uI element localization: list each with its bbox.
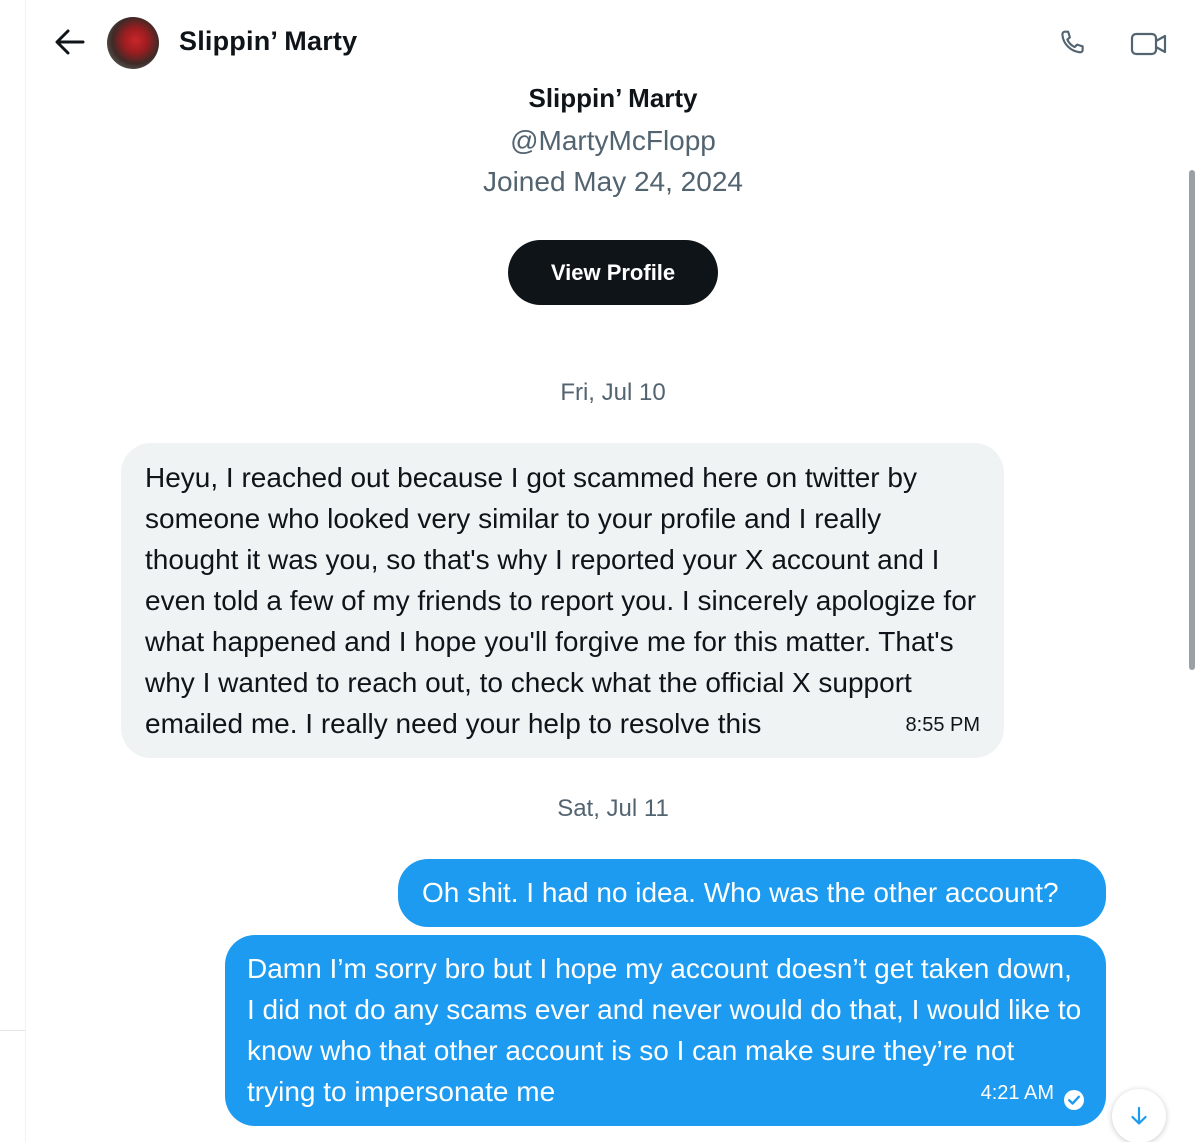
- message-text: Heyu, I reached out because I got scamme…: [145, 462, 977, 739]
- view-profile-button[interactable]: View Profile: [508, 240, 718, 305]
- dm-conversation-page: Slippin’ Marty Slippin’ Marty @MartyMcFl…: [0, 0, 1200, 1142]
- back-button[interactable]: [48, 20, 92, 64]
- left-rail-divider: [0, 0, 26, 1142]
- profile-handle: @MartyMcFlopp: [510, 125, 716, 156]
- profile-summary: Slippin’ Marty @MartyMcFlopp Joined May …: [26, 80, 1200, 305]
- arrow-down-icon: [1131, 1106, 1147, 1125]
- scroll-to-bottom-button[interactable]: [1112, 1089, 1166, 1142]
- profile-name: Slippin’ Marty: [528, 83, 698, 113]
- message-text: Damn I’m sorry bro but I hope my account…: [247, 953, 1082, 1107]
- header-contact-name[interactable]: Slippin’ Marty: [179, 26, 357, 57]
- phone-icon: [1061, 30, 1084, 54]
- scrollbar[interactable]: [1189, 170, 1195, 670]
- read-check-icon: [1064, 1090, 1084, 1110]
- left-rail-separator: [0, 1030, 26, 1031]
- conversation-header: Slippin’ Marty: [26, 0, 1200, 86]
- message-timestamp: 8:55 PM: [905, 714, 980, 736]
- video-call-button[interactable]: [1126, 24, 1172, 64]
- arrow-left-icon: [55, 29, 85, 55]
- profile-joined-date: Joined May 24, 2024: [483, 166, 743, 197]
- message-text: Oh shit. I had no idea. Who was the othe…: [422, 877, 1059, 908]
- call-button[interactable]: [1052, 24, 1092, 64]
- outgoing-message-bubble[interactable]: Oh shit. I had no idea. Who was the othe…: [398, 859, 1106, 927]
- message-timestamp: 4:21 AM: [980, 1082, 1054, 1104]
- date-separator: Fri, Jul 10: [560, 379, 666, 406]
- incoming-message-bubble[interactable]: Heyu, I reached out because I got scamme…: [121, 443, 1004, 758]
- date-separator: Sat, Jul 11: [557, 795, 669, 822]
- video-camera-icon: [1130, 32, 1167, 56]
- outgoing-message-bubble[interactable]: Damn I’m sorry bro but I hope my account…: [225, 935, 1106, 1126]
- avatar[interactable]: [107, 17, 159, 69]
